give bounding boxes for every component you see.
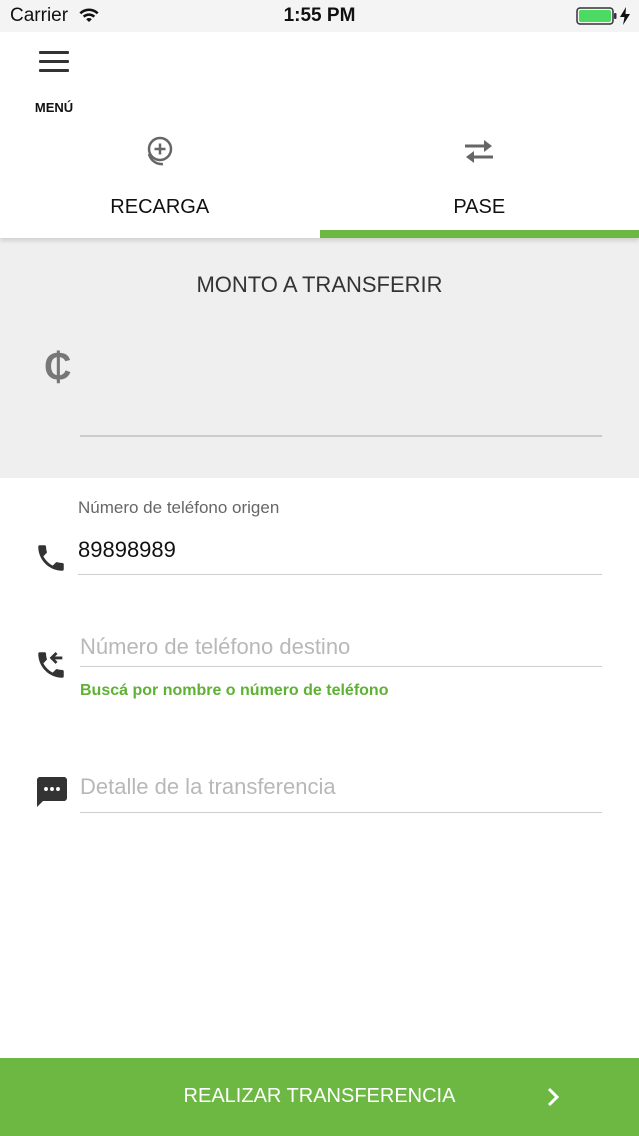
battery-icon <box>576 7 617 25</box>
origin-phone-value[interactable]: 89898989 <box>78 537 176 563</box>
selected-tab-indicator <box>320 230 639 238</box>
origin-phone-underline <box>78 574 602 575</box>
app-header: MENÚ <box>0 32 639 116</box>
clock: 1:55 PM <box>283 5 356 26</box>
tab-pase[interactable]: PASE <box>320 116 639 238</box>
amount-input[interactable] <box>80 338 602 386</box>
amount-title: MONTO A TRANSFERIR <box>196 272 443 297</box>
tab-recarga-label: RECARGA <box>110 196 210 218</box>
transfer-detail-input[interactable] <box>80 770 600 804</box>
menu-button[interactable]: MENÚ <box>28 44 80 115</box>
currency-symbol: ₵ <box>44 346 72 388</box>
menu-label: MENÚ <box>34 100 74 115</box>
status-bar: Carrier 1:55 PM <box>0 0 639 32</box>
message-icon <box>37 777 67 807</box>
amount-underline <box>80 435 602 437</box>
chevron-right-icon <box>547 1087 560 1107</box>
transfer-detail-underline <box>80 812 602 813</box>
charging-icon <box>620 7 630 25</box>
tab-bar: RECARGA PASE <box>0 116 639 238</box>
phone-icon <box>38 545 64 571</box>
submit-transfer-button[interactable]: REALIZAR TRANSFERENCIA <box>0 1058 639 1136</box>
origin-phone-label: Número de teléfono origen <box>78 498 280 517</box>
destination-phone-input[interactable] <box>80 630 600 664</box>
tab-recarga[interactable]: RECARGA <box>0 116 320 238</box>
destination-phone-underline <box>80 666 602 667</box>
contact-search-hint[interactable]: Buscá por nombre o número de teléfono <box>80 682 388 700</box>
incoming-call-icon <box>38 651 64 678</box>
hamburger-icon <box>39 51 69 72</box>
add-money-icon <box>147 136 172 166</box>
transfer-arrows-icon <box>465 140 494 163</box>
tab-pase-label: PASE <box>453 196 506 218</box>
amount-section: MONTO A TRANSFERIR ₵ <box>0 238 639 478</box>
